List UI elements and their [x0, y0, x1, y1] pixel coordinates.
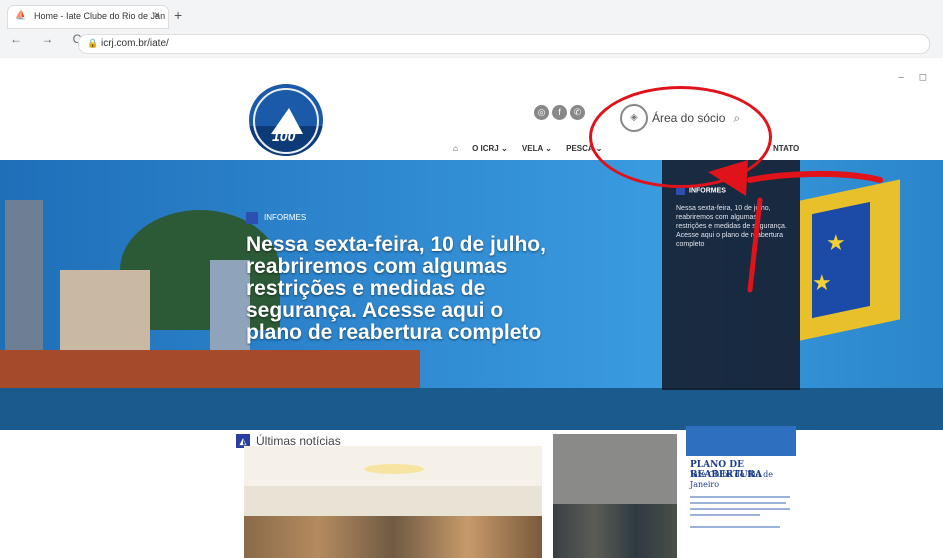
card-text-line [690, 502, 786, 504]
hero-sea [0, 388, 943, 430]
hero-building [210, 260, 250, 350]
news-card[interactable]: PLANO DE REABERTURA Iate Clube do Rio de… [686, 426, 796, 558]
tab-title: Home - Iate Clube do Rio de Jan [34, 11, 166, 21]
tab-close-icon[interactable]: × [154, 10, 160, 21]
hero-building [60, 270, 150, 360]
hero-building [5, 200, 43, 350]
hero-tag-label: INFORMES [264, 213, 307, 223]
tag-icon [246, 212, 258, 224]
hero-tag: INFORMES [246, 212, 306, 224]
logo-year: 100 [272, 128, 296, 144]
card-image-people [244, 516, 542, 558]
card-image-light [364, 464, 424, 474]
address-bar[interactable]: 🔒 icrj.com.br/iate/ [78, 34, 930, 54]
nav-item-vela[interactable]: VELA ⌄ [522, 144, 552, 153]
news-card[interactable] [553, 434, 677, 558]
news-card[interactable] [244, 446, 542, 558]
club-logo[interactable]: 100 [249, 84, 323, 156]
card-text-line [690, 508, 790, 510]
favicon-icon: ⛵ [15, 10, 27, 20]
card-image-flag [686, 426, 796, 456]
lock-icon: 🔒 [87, 38, 99, 48]
social-links: ◎ f ✆ [534, 102, 588, 120]
window-controls[interactable]: – ◻ [898, 72, 933, 83]
facebook-icon[interactable]: f [552, 105, 567, 120]
instagram-icon[interactable]: ◎ [534, 105, 549, 120]
nav-item-o-icrj[interactable]: O ICRJ ⌄ [472, 144, 508, 153]
card-text-line [690, 514, 760, 516]
whatsapp-icon[interactable]: ✆ [570, 105, 585, 120]
hero-headline[interactable]: Nessa sexta-feira, 10 de julho, reabrire… [246, 234, 556, 344]
new-tab-button[interactable]: + [174, 7, 182, 23]
card-image-people [553, 504, 677, 558]
card-text-line [690, 526, 780, 528]
card-text-line [690, 496, 790, 498]
card-subtitle: Iate Clube do Rio de Janeiro [690, 470, 773, 489]
annotation-arrow [708, 160, 883, 293]
browser-tab[interactable]: ⛵ Home - Iate Clube do Rio de Jan × [8, 6, 168, 28]
url-text: icrj.com.br/iate/ [101, 38, 169, 49]
hero-shore [0, 350, 420, 388]
nav-home-icon[interactable]: ⌂ [453, 144, 458, 153]
